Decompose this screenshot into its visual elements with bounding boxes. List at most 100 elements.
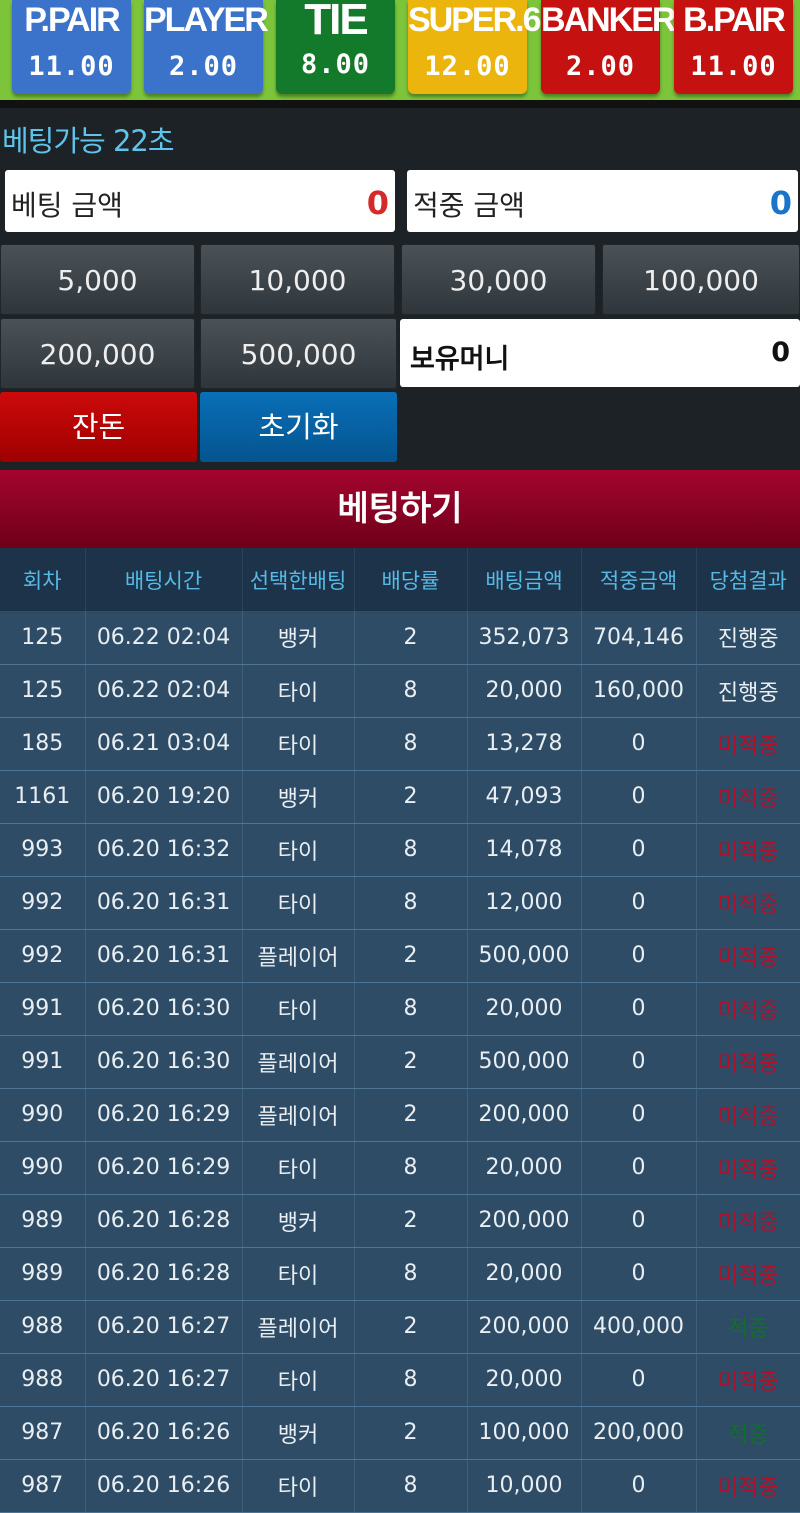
cell-round: 125 [0, 611, 86, 665]
cell-win-amount: 0 [581, 929, 697, 983]
cell-win-amount: 0 [581, 1088, 697, 1142]
table-row: 185 06.21 03:04 타이 8 13,278 0 미적중 [0, 717, 800, 771]
cell-choice: 타이 [242, 717, 355, 771]
cell-choice: 플레이어 [242, 1035, 355, 1089]
table-row: 987 06.20 16:26 타이 8 10,000 0 미적중 [0, 1459, 800, 1513]
chip-button[interactable]: 200,000 [0, 318, 195, 389]
cell-win-amount: 0 [581, 1247, 697, 1301]
cell-round: 125 [0, 664, 86, 718]
cell-win-amount: 0 [581, 1035, 697, 1089]
cell-win-amount: 160,000 [581, 664, 697, 718]
cell-win-amount: 0 [581, 1459, 697, 1513]
cell-round: 991 [0, 982, 86, 1036]
bet-option-odds: 12.00 [424, 51, 511, 82]
bet-option-b-pair[interactable]: B.PAIR 11.00 [674, 0, 793, 94]
cell-result: 미적중 [696, 717, 800, 771]
table-row: 993 06.20 16:32 타이 8 14,078 0 미적중 [0, 823, 800, 877]
cell-bet-amount: 20,000 [467, 1141, 582, 1195]
cell-result: 미적중 [696, 1035, 800, 1089]
column-header-round: 회차 [0, 548, 86, 611]
cell-win-amount: 0 [581, 876, 697, 930]
table-row: 988 06.20 16:27 타이 8 20,000 0 미적중 [0, 1353, 800, 1407]
bet-history-body: 125 06.22 02:04 뱅커 2 352,073 704,146 진행중 125 06.… [0, 611, 800, 1513]
cell-bet-amount: 20,000 [467, 982, 582, 1036]
bet-option-odds: 2.00 [565, 51, 636, 82]
cell-win-amount: 704,146 [581, 611, 697, 665]
cell-odds: 2 [354, 1300, 468, 1354]
bet-option-banker[interactable]: BANKER 2.00 [541, 0, 676, 94]
cell-win-amount: 0 [581, 1353, 697, 1407]
cell-bet-amount: 14,078 [467, 823, 582, 877]
cell-time: 06.20 16:32 [85, 823, 243, 877]
cell-round: 185 [0, 717, 86, 771]
cell-odds: 8 [354, 664, 468, 718]
cell-win-amount: 0 [581, 770, 697, 824]
table-row: 125 06.22 02:04 뱅커 2 352,073 704,146 진행중 [0, 611, 800, 665]
bet-option-name: SUPER.6 [408, 1, 542, 39]
cell-win-amount: 0 [581, 1194, 697, 1248]
bet-amount-label: 베팅 금액 [11, 189, 123, 222]
cell-time: 06.20 16:28 [85, 1194, 243, 1248]
cell-win-amount: 0 [581, 982, 697, 1036]
cell-bet-amount: 20,000 [467, 1247, 582, 1301]
bet-options-bar: P.PAIR 11.00 PLAYER 2.00 TIE 8.00 SUPER.… [0, 0, 800, 108]
bet-option-player[interactable]: PLAYER 2.00 [144, 0, 269, 94]
bet-option-name: PLAYER [144, 1, 269, 39]
cell-round: 990 [0, 1088, 86, 1142]
cell-odds: 8 [354, 1353, 468, 1407]
place-bet-button[interactable]: 베팅하기 [0, 470, 800, 548]
cell-time: 06.20 16:26 [85, 1459, 243, 1513]
bet-option-super-6[interactable]: SUPER.6 12.00 [408, 0, 542, 94]
cell-result: 미적중 [696, 1141, 800, 1195]
chip-button[interactable]: 5,000 [0, 244, 195, 315]
cell-time: 06.20 16:29 [85, 1088, 243, 1142]
money-box: 보유머니 0 [400, 319, 800, 387]
cell-round: 988 [0, 1353, 86, 1407]
cell-choice: 뱅커 [242, 770, 355, 824]
cell-win-amount: 0 [581, 717, 697, 771]
cell-odds: 2 [354, 1194, 468, 1248]
cell-time: 06.20 16:28 [85, 1247, 243, 1301]
table-row: 991 06.20 16:30 타이 8 20,000 0 미적중 [0, 982, 800, 1036]
balance-button[interactable]: 잔돈 [0, 392, 197, 462]
cell-round: 1161 [0, 770, 86, 824]
chip-button[interactable]: 30,000 [401, 244, 596, 315]
cell-result: 미적중 [696, 1459, 800, 1513]
reset-button[interactable]: 초기화 [200, 392, 397, 462]
table-row: 989 06.20 16:28 타이 8 20,000 0 미적중 [0, 1247, 800, 1301]
bet-option-name: TIE [304, 0, 368, 44]
cell-odds: 8 [354, 982, 468, 1036]
bet-option-p-pair[interactable]: P.PAIR 11.00 [12, 0, 131, 94]
cell-result: 진행중 [696, 611, 800, 665]
cell-odds: 2 [354, 1088, 468, 1142]
chip-button[interactable]: 10,000 [200, 244, 395, 315]
cell-choice: 타이 [242, 823, 355, 877]
cell-odds: 8 [354, 1247, 468, 1301]
cell-result: 미적중 [696, 823, 800, 877]
cell-round: 989 [0, 1194, 86, 1248]
bet-option-odds: 2.00 [168, 51, 239, 82]
cell-bet-amount: 100,000 [467, 1406, 582, 1460]
cell-time: 06.22 02:04 [85, 664, 243, 718]
chip-button[interactable]: 100,000 [602, 244, 800, 315]
table-row: 988 06.20 16:27 플레이어 2 200,000 400,000 적중 [0, 1300, 800, 1354]
table-row: 991 06.20 16:30 플레이어 2 500,000 0 미적중 [0, 1035, 800, 1089]
cell-time: 06.20 16:26 [85, 1406, 243, 1460]
cell-bet-amount: 200,000 [467, 1194, 582, 1248]
cell-odds: 8 [354, 1459, 468, 1513]
cell-choice: 플레이어 [242, 1088, 355, 1142]
betting-timer: 베팅가능 22초 [2, 124, 175, 158]
win-amount-value: 0 [769, 184, 792, 222]
chip-button[interactable]: 500,000 [200, 318, 397, 389]
cell-result: 적중 [696, 1406, 800, 1460]
bet-option-tie[interactable]: TIE 8.00 [276, 0, 395, 94]
cell-time: 06.20 16:29 [85, 1141, 243, 1195]
cell-result: 미적중 [696, 770, 800, 824]
cell-bet-amount: 200,000 [467, 1088, 582, 1142]
cell-win-amount: 200,000 [581, 1406, 697, 1460]
cell-time: 06.20 16:31 [85, 876, 243, 930]
cell-round: 992 [0, 876, 86, 930]
bet-option-odds: 8.00 [300, 49, 371, 80]
cell-choice: 타이 [242, 664, 355, 718]
bet-option-name: BANKER [541, 1, 676, 39]
